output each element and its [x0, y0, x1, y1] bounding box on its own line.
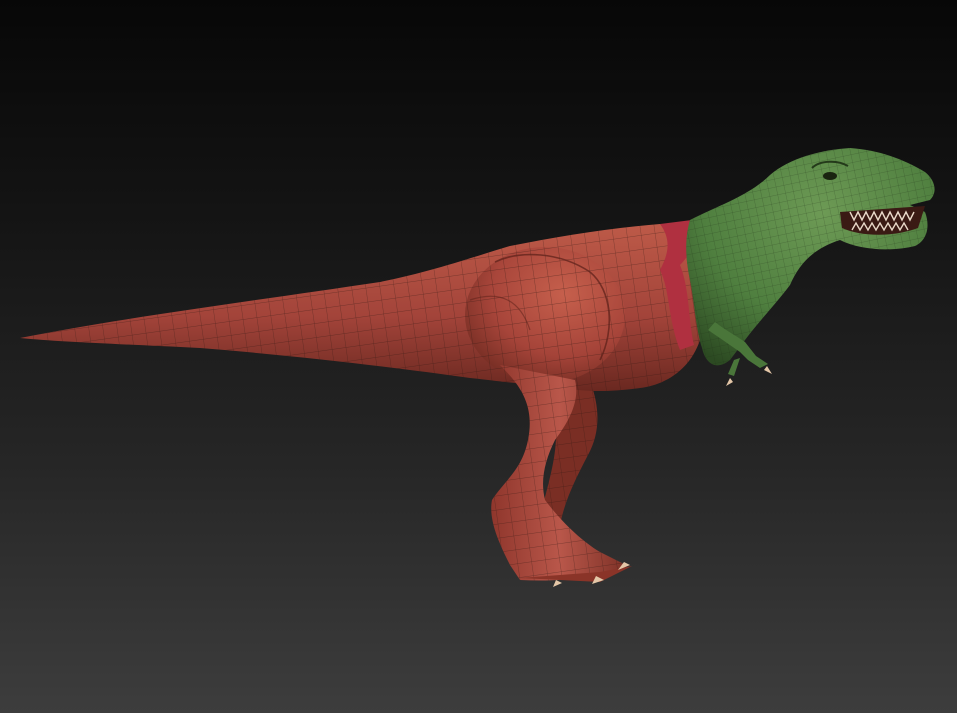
claw	[764, 366, 772, 374]
trex-model[interactable]	[0, 0, 957, 713]
3d-viewport[interactable]	[0, 0, 957, 713]
head-neck	[686, 148, 935, 386]
claw	[726, 378, 733, 386]
eye	[823, 172, 837, 180]
claw	[553, 580, 562, 587]
body-tail	[20, 224, 703, 391]
